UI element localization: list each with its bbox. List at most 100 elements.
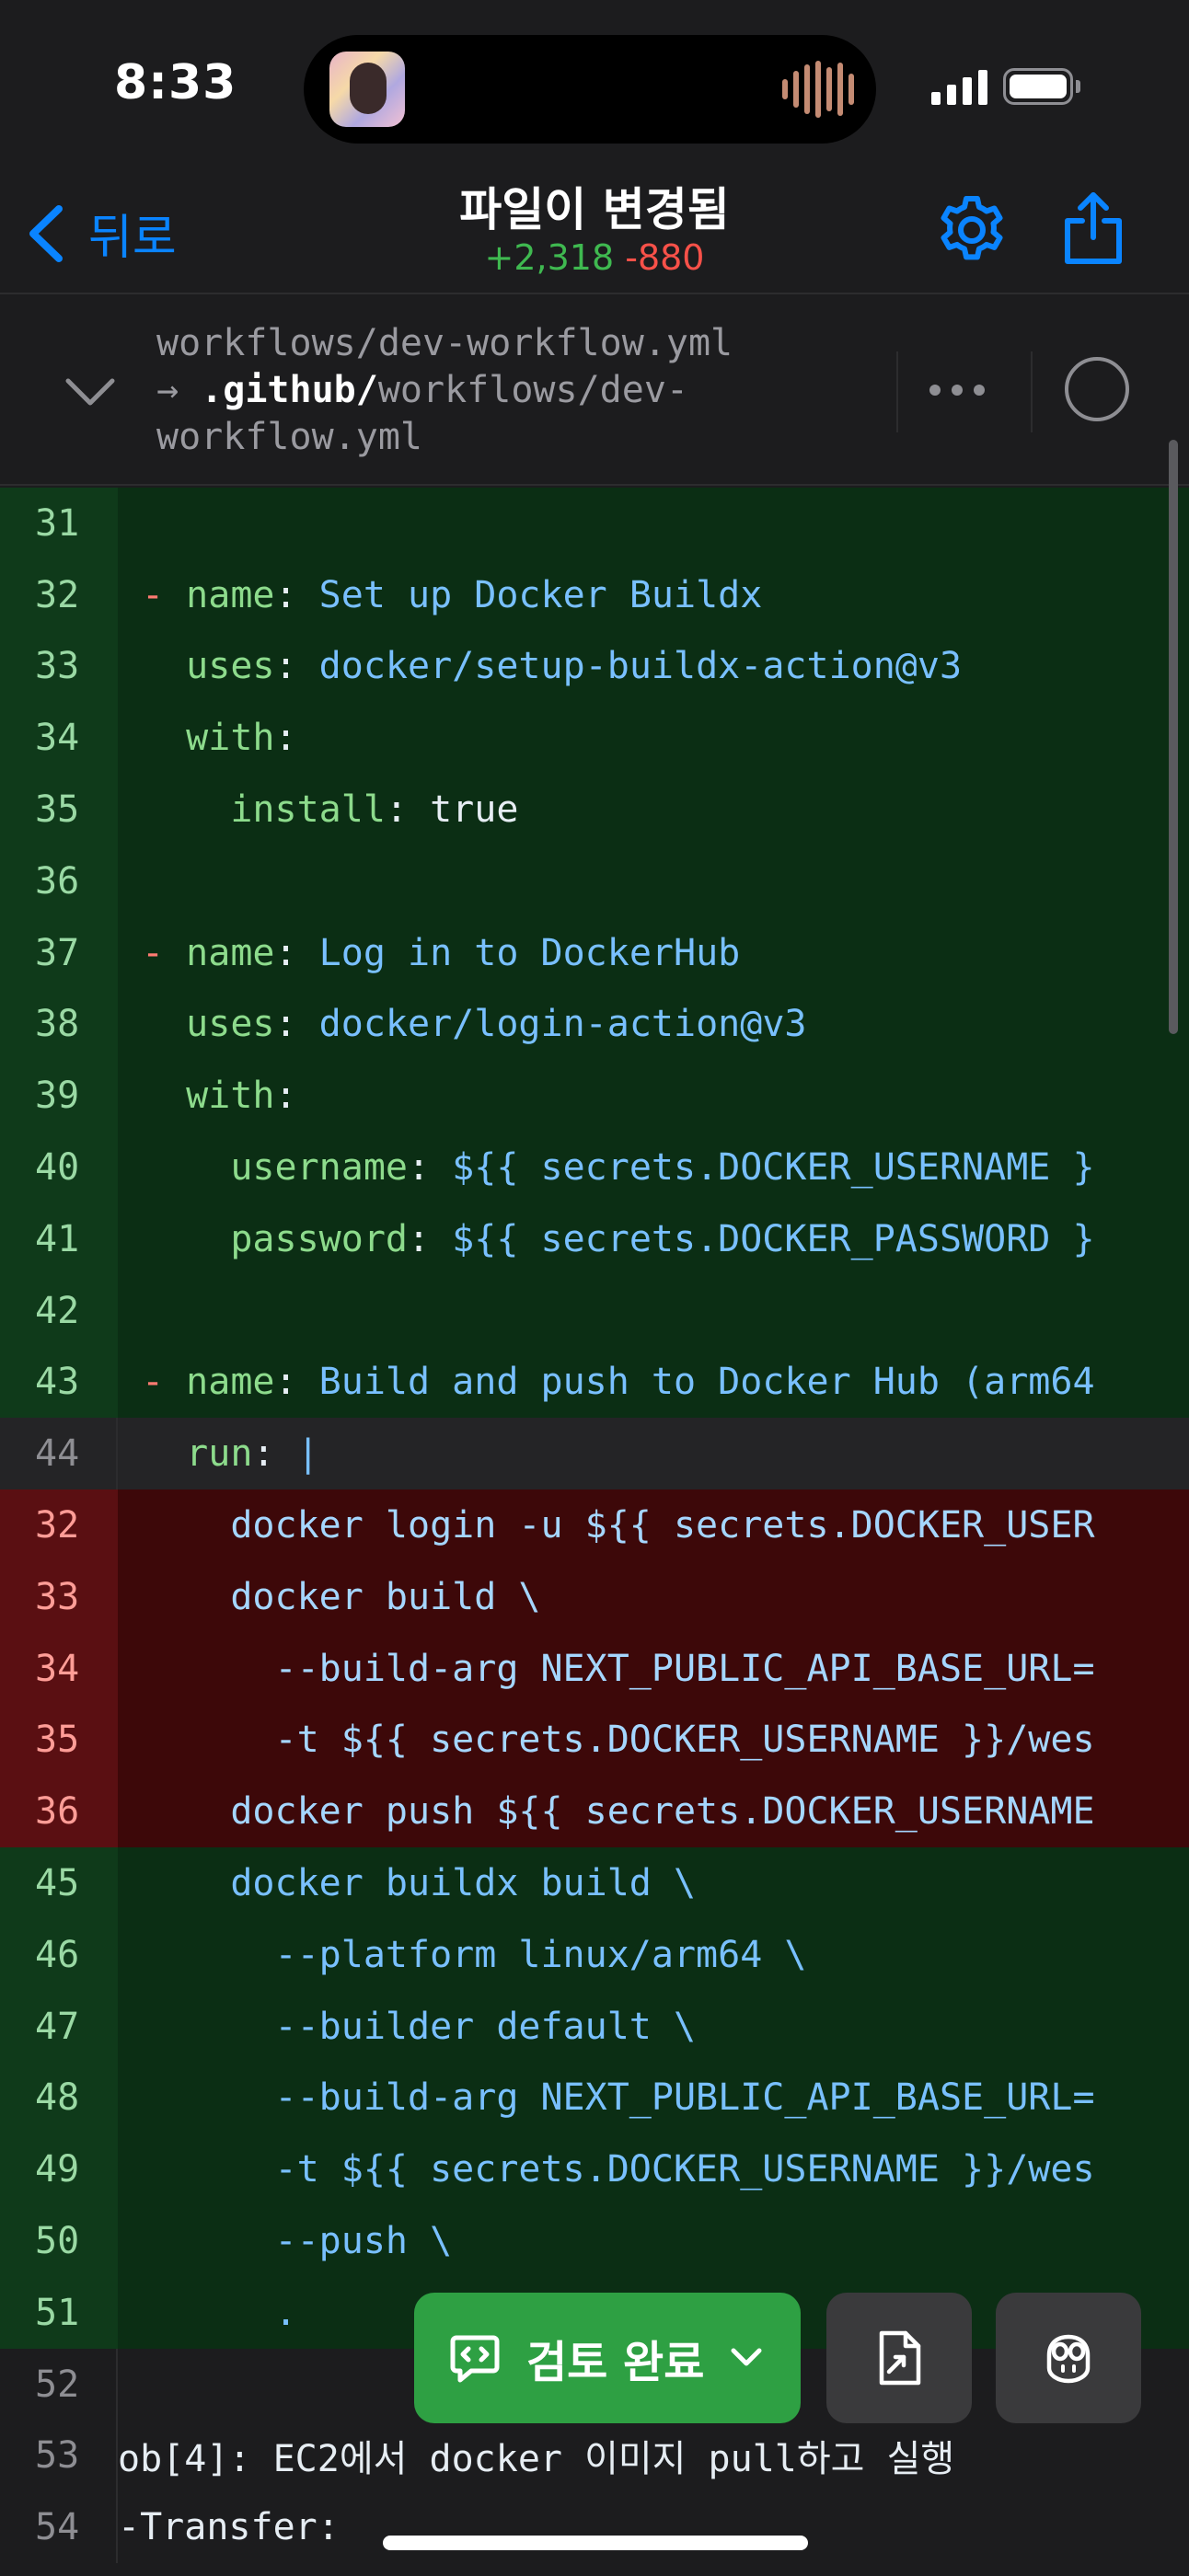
diff-line[interactable]: 36	[0, 845, 1189, 917]
diff-line[interactable]: 53 ob[4]: EC2에서 docker 이미지 pull하고 실행	[0, 2420, 1189, 2492]
copilot-button[interactable]	[996, 2293, 1141, 2423]
status-time: 8:33	[114, 55, 237, 110]
file-diff-icon	[879, 2330, 921, 2386]
line-number: 31	[0, 488, 118, 559]
ellipsis-icon[interactable]	[929, 385, 985, 396]
line-number: 32	[0, 1489, 118, 1561]
status-bar: 8:33	[0, 0, 1189, 166]
line-number: 36	[0, 845, 118, 917]
diff-line[interactable]: 46 --platform linux/arm64 \	[0, 1918, 1189, 1991]
diff-line[interactable]: 32 docker login -u ${{ secrets.DOCKER_US…	[0, 1489, 1189, 1561]
line-number: 41	[0, 1202, 118, 1275]
line-number: 42	[0, 1274, 118, 1347]
diff-line[interactable]: 39 with:	[0, 1060, 1189, 1133]
line-number: 40	[0, 1132, 118, 1203]
page-title: 파일이 변경됨	[459, 183, 730, 236]
chevron-left-icon	[29, 204, 63, 262]
gear-icon[interactable]	[935, 193, 1009, 267]
line-code: .	[142, 2291, 297, 2334]
line-code: uses: docker/login-action@v3	[186, 1003, 807, 1046]
home-indicator[interactable]	[383, 2536, 808, 2550]
line-code: -t ${{ secrets.DOCKER_USERNAME }}/wes	[142, 1719, 1095, 1762]
diff-line[interactable]: 36 docker push ${{ secrets.DOCKER_USERNA…	[0, 1776, 1189, 1848]
diff-line[interactable]: 42	[0, 1274, 1189, 1347]
diff-line[interactable]: 49 -t ${{ secrets.DOCKER_USERNAME }}/wes	[0, 2133, 1189, 2206]
new-path-rest: workflows/dev-	[377, 369, 688, 411]
line-number: 39	[0, 1060, 118, 1133]
line-code: -t ${{ secrets.DOCKER_USERNAME }}/wes	[142, 2148, 1095, 2191]
line-code: docker push ${{ secrets.DOCKER_USERNAME	[142, 1790, 1095, 1834]
diff-line[interactable]: 33 uses: docker/setup-buildx-action@v3	[0, 630, 1189, 703]
line-number: 36	[0, 1776, 118, 1848]
diff-line[interactable]: 33 docker build \	[0, 1560, 1189, 1633]
diff-line[interactable]: 48 --build-arg NEXT_PUBLIC_API_BASE_URL=	[0, 2062, 1189, 2134]
header-divider	[896, 351, 898, 432]
diff-line[interactable]: 40 username: ${{ secrets.DOCKER_USERNAME…	[0, 1132, 1189, 1203]
line-number: 45	[0, 1847, 118, 1919]
line-code: --build-arg NEXT_PUBLIC_API_BASE_URL=	[142, 2076, 1095, 2120]
dynamic-island[interactable]	[304, 35, 876, 144]
line-code: -Transfer:	[118, 2506, 340, 2549]
diff-line[interactable]: 32 - name: Set up Docker Buildx	[0, 558, 1189, 631]
line-number: 34	[0, 1632, 118, 1705]
battery-tip	[1076, 80, 1080, 93]
rename-arrow: →	[156, 369, 202, 411]
line-code: with:	[186, 1075, 297, 1118]
battery-icon	[1003, 68, 1073, 105]
deletions-count: -880	[625, 237, 705, 278]
back-button[interactable]: 뒤로	[24, 199, 177, 268]
diff-line[interactable]: 35 install: true	[0, 774, 1189, 845]
scrollbar[interactable]	[1169, 440, 1178, 1034]
diff-line[interactable]: 54 -Transfer:	[0, 2491, 1189, 2564]
line-number: 54	[0, 2491, 118, 2564]
line-number: 52	[0, 2348, 118, 2421]
line-code: - name: Build and push to Docker Hub (ar…	[142, 1361, 1095, 1404]
line-number: 44	[0, 1418, 118, 1490]
diff-code-view[interactable]: 31 32- name: Set up Docker Buildx 33 uses:…	[0, 488, 1189, 2576]
line-code: username: ${{ secrets.DOCKER_USERNAME }	[230, 1146, 1095, 1190]
review-button-label: 검토 완료	[526, 2337, 705, 2388]
diff-line[interactable]: 38 uses: docker/login-action@v3	[0, 988, 1189, 1061]
diff-line[interactable]: 47 --builder default \	[0, 1990, 1189, 2063]
line-number: 35	[0, 1704, 118, 1777]
file-diff-button[interactable]	[826, 2293, 972, 2423]
review-complete-button[interactable]: 검토 완료	[414, 2293, 801, 2423]
line-number: 37	[0, 916, 118, 989]
line-number: 33	[0, 1560, 118, 1633]
diff-stats: +2,318 -880	[318, 237, 871, 278]
diff-line[interactable]: 34 --build-arg NEXT_PUBLIC_API_BASE_URL=	[0, 1632, 1189, 1705]
additions-count: +2,318	[484, 237, 615, 278]
chevron-down-icon[interactable]	[64, 375, 116, 408]
line-code: --platform linux/arm64 \	[142, 1933, 807, 1976]
line-code: --build-arg NEXT_PUBLIC_API_BASE_URL=	[142, 1647, 1095, 1690]
line-code: password: ${{ secrets.DOCKER_PASSWORD }	[230, 1217, 1095, 1260]
line-number: 48	[0, 2062, 118, 2134]
diff-line[interactable]: 45 docker buildx build \	[0, 1847, 1189, 1919]
file-path: workflows/dev-workflow.yml → .github/wor…	[156, 320, 874, 461]
diff-line[interactable]: 43 - name: Build and push to Docker Hub (…	[0, 1346, 1189, 1419]
navigation-bar: 뒤로 파일이 변경됨 +2,318 -880	[0, 166, 1189, 294]
viewed-circle-icon[interactable]	[1065, 357, 1129, 421]
share-icon[interactable]	[1060, 190, 1126, 267]
diff-line[interactable]: 37 - name: Log in to DockerHub	[0, 916, 1189, 989]
diff-line[interactable]: 44 run: |	[0, 1418, 1189, 1490]
diff-line[interactable]: 50 --push \	[0, 2205, 1189, 2277]
back-label: 뒤로	[88, 211, 177, 266]
diff-line[interactable]: 31	[0, 488, 1189, 559]
line-number: 47	[0, 1990, 118, 2063]
now-playing-artwork	[329, 52, 405, 127]
old-file-path: workflows/dev-workflow.yml	[156, 322, 733, 364]
line-number: 50	[0, 2205, 118, 2277]
line-code: ob[4]: EC2에서 docker 이미지 pull하고 실행	[118, 2438, 955, 2481]
diff-line[interactable]: 34 with:	[0, 702, 1189, 775]
cellular-signal-icon	[931, 68, 987, 105]
line-number: 32	[0, 558, 118, 631]
new-path-directory: .github/	[201, 369, 378, 411]
line-number: 43	[0, 1346, 118, 1419]
diff-line[interactable]: 35 -t ${{ secrets.DOCKER_USERNAME }}/wes	[0, 1704, 1189, 1777]
line-code: - name: Log in to DockerHub	[142, 931, 741, 974]
line-number: 51	[0, 2276, 118, 2349]
diff-line[interactable]: 41 password: ${{ secrets.DOCKER_PASSWORD…	[0, 1202, 1189, 1275]
line-code: uses: docker/setup-buildx-action@v3	[186, 645, 963, 688]
file-header: workflows/dev-workflow.yml → .github/wor…	[0, 296, 1189, 486]
